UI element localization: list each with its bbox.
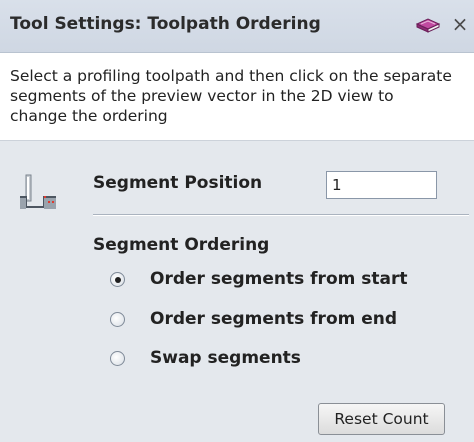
radio-button[interactable] [110, 272, 125, 287]
radio-label[interactable]: Swap segments [150, 348, 301, 368]
close-icon[interactable]: × [449, 11, 471, 37]
radio-button[interactable] [110, 351, 125, 366]
radio-label[interactable]: Order segments from end [150, 309, 397, 329]
radio-label[interactable]: Order segments from start [150, 269, 407, 289]
segment-position-input[interactable] [326, 171, 437, 199]
segment-position-label: Segment Position [93, 173, 263, 193]
instructions-text: Select a profiling toolpath and then cli… [10, 67, 452, 125]
title-bar: Tool Settings: Toolpath Ordering × [0, 0, 474, 53]
divider [93, 214, 469, 216]
tool-settings-panel: Tool Settings: Toolpath Ordering × Selec… [0, 0, 474, 442]
panel-title: Tool Settings: Toolpath Ordering [10, 14, 321, 34]
profile-toolpath-icon [18, 173, 58, 213]
radio-button[interactable] [110, 312, 125, 327]
settings-content: Segment Position Segment Ordering Order … [0, 140, 474, 442]
book-icon[interactable] [415, 15, 441, 37]
reset-count-button[interactable]: Reset Count [318, 403, 445, 435]
segment-ordering-label: Segment Ordering [93, 235, 270, 255]
